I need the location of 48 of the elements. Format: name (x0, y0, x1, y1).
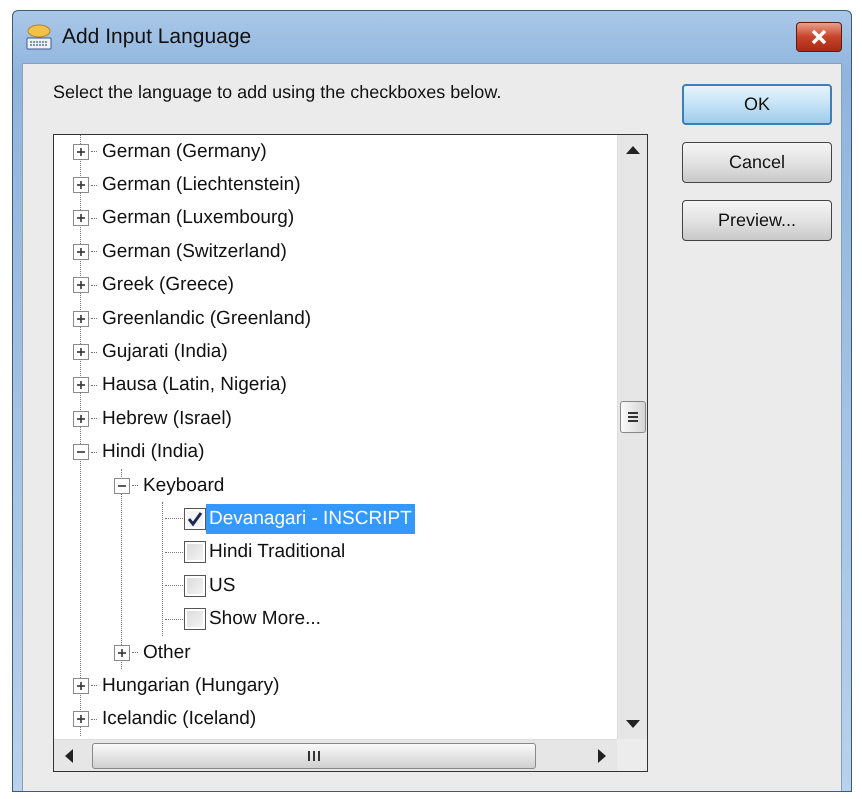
dialog-button[interactable]: Preview... (682, 200, 832, 241)
instruction-text: Select the language to add using the checkboxes below. (53, 82, 502, 103)
scroll-thumb[interactable] (620, 401, 646, 433)
tree-item[interactable]: German (Liechtenstein) (99, 170, 304, 200)
expand-icon[interactable] (73, 377, 89, 394)
tree-item[interactable]: Hungarian (Hungary) (99, 670, 282, 701)
tree-item[interactable]: Show More... (206, 604, 324, 634)
window-title: Add Input Language (62, 25, 252, 49)
tree-item[interactable]: US (206, 570, 238, 601)
checkbox[interactable] (184, 574, 206, 597)
tree-item[interactable]: Hebrew (Israel) (99, 404, 235, 434)
expand-icon[interactable] (73, 144, 89, 160)
tree-item[interactable]: German (Germany) (99, 136, 270, 167)
tree-item[interactable]: Keyboard (140, 470, 228, 501)
tree-item[interactable]: Hindi Traditional (206, 537, 348, 568)
tree-item[interactable]: German (Luxembourg) (99, 203, 298, 234)
expand-icon[interactable] (73, 244, 89, 260)
expand-icon[interactable] (73, 344, 89, 360)
horizontal-scrollbar[interactable] (54, 739, 617, 771)
expand-icon[interactable] (73, 277, 89, 294)
tree-item[interactable]: Greek (Greece) (99, 270, 237, 300)
expand-icon[interactable] (73, 678, 89, 694)
expand-icon[interactable] (114, 644, 130, 661)
expand-icon[interactable] (73, 210, 89, 226)
keyboard-icon (24, 22, 54, 52)
close-icon (810, 29, 828, 45)
scrollbar-corner (617, 739, 647, 771)
tree-item[interactable]: Greenlandic (Greenland) (99, 304, 314, 334)
vertical-scrollbar[interactable] (617, 135, 647, 739)
scroll-thumb[interactable] (92, 742, 536, 768)
expand-icon[interactable] (73, 711, 89, 728)
dialog-button[interactable]: OK (682, 84, 832, 125)
dialog-button[interactable]: Cancel (682, 142, 832, 183)
collapse-icon[interactable] (73, 444, 89, 460)
tree-item[interactable]: Other (140, 638, 194, 668)
tree-item[interactable]: Gujarati (India) (99, 337, 231, 368)
expand-icon[interactable] (73, 410, 89, 427)
expand-icon[interactable] (73, 177, 89, 194)
tree-item[interactable]: Hausa (Latin, Nigeria) (99, 370, 290, 400)
checkbox[interactable] (184, 541, 206, 564)
tree-item[interactable]: German (Switzerland) (99, 236, 290, 267)
collapse-icon[interactable] (114, 478, 130, 494)
tree-item[interactable]: Hindi (India) (99, 437, 208, 468)
checkbox[interactable] (184, 608, 206, 630)
checkbox[interactable] (184, 508, 206, 530)
close-button[interactable] (796, 22, 842, 52)
tree-item[interactable]: Icelandic (Iceland) (99, 704, 260, 734)
expand-icon[interactable] (73, 310, 89, 327)
